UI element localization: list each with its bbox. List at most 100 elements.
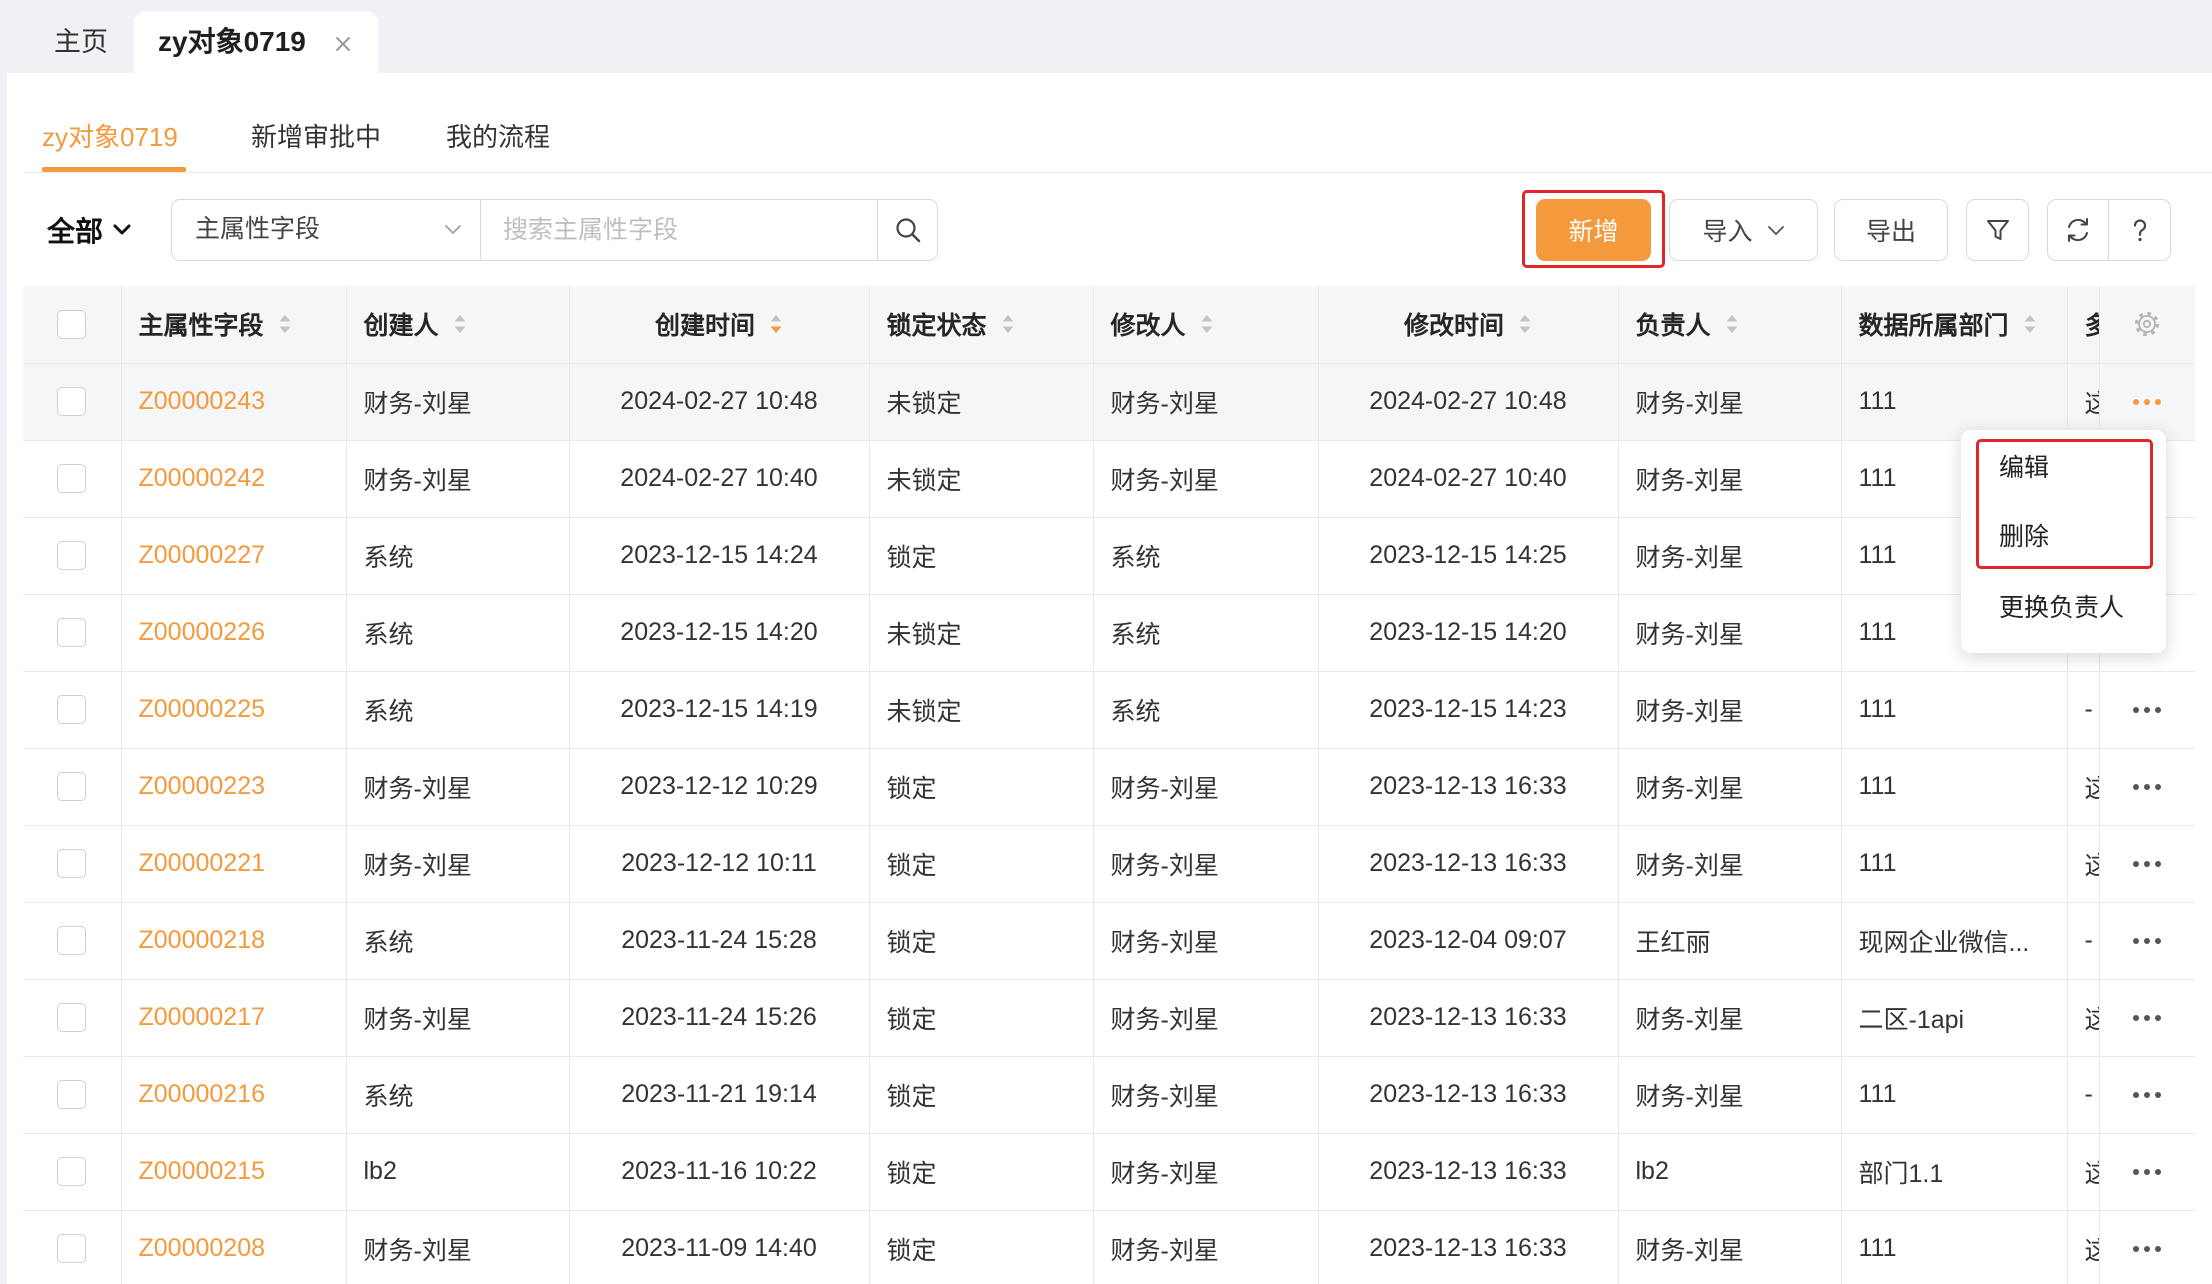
sort-icon[interactable] [278, 312, 292, 336]
import-button[interactable]: 导入 [1669, 199, 1818, 261]
subtab-pending-approval[interactable]: 新增审批中 [251, 119, 381, 155]
row-actions-cell [2099, 825, 2195, 903]
menu-item-edit[interactable]: 编辑 [1961, 433, 2166, 503]
table-row[interactable]: Z00000223 财务-刘星 2023-12-12 10:29 锁定 财务-刘星 202… [23, 748, 2195, 826]
table-row[interactable]: Z00000221 财务-刘星 2023-12-12 10:11 锁定 财务-刘星 202… [23, 825, 2195, 903]
cell-lock: 未锁定 [869, 671, 1094, 749]
row-checkbox[interactable] [57, 772, 87, 802]
column-header-lock-status[interactable]: 锁定状态 [869, 286, 1094, 364]
column-header-extra[interactable]: 多 [2067, 286, 2100, 364]
more-icon[interactable] [2132, 1168, 2162, 1176]
column-header-owner[interactable]: 负责人 [1618, 286, 1842, 364]
field-select[interactable]: 主属性字段 [172, 200, 481, 260]
table-row[interactable]: Z00000243 财务-刘星 2024-02-27 10:48 未锁定 财务-刘星 20… [23, 363, 2195, 441]
tab-home[interactable]: 主页 [40, 11, 122, 73]
add-button[interactable]: 新增 [1536, 199, 1651, 261]
table-row[interactable]: Z00000217 财务-刘星 2023-11-24 15:26 锁定 财务-刘星 202… [23, 979, 2195, 1057]
subtab-my-process[interactable]: 我的流程 [446, 119, 550, 155]
cell-text: 财务-刘星 [363, 1236, 472, 1265]
more-icon[interactable] [2132, 860, 2162, 868]
cell-modifier: 财务-刘星 [1093, 1133, 1319, 1211]
menu-item-delete[interactable]: 删除 [1961, 502, 2166, 572]
more-icon[interactable] [2132, 1245, 2162, 1253]
record-link[interactable]: Z00000242 [139, 464, 266, 492]
table-row[interactable]: Z00000218 系统 2023-11-24 15:28 锁定 财务-刘星 2023-1… [23, 902, 2195, 980]
row-checkbox[interactable] [57, 618, 87, 648]
row-checkbox[interactable] [57, 464, 87, 494]
cell-text: 财务-刘星 [1635, 1236, 1744, 1265]
sort-icon[interactable] [1725, 312, 1739, 336]
record-link[interactable]: Z00000225 [139, 695, 266, 723]
search-input[interactable] [481, 200, 878, 260]
column-header-modified-time[interactable]: 修改时间 [1318, 286, 1619, 364]
row-checkbox[interactable] [57, 849, 87, 879]
gear-icon[interactable] [2132, 309, 2162, 339]
help-button[interactable] [2109, 200, 2170, 260]
row-checkbox[interactable] [57, 1003, 87, 1033]
sort-icon[interactable] [2023, 312, 2037, 336]
row-select-cell [23, 902, 122, 980]
row-checkbox[interactable] [57, 926, 87, 956]
record-link[interactable]: Z00000215 [139, 1157, 266, 1185]
refresh-button[interactable] [2048, 200, 2109, 260]
more-icon[interactable] [2132, 706, 2162, 714]
more-icon[interactable] [2132, 1091, 2162, 1099]
export-button[interactable]: 导出 [1834, 199, 1948, 261]
more-icon[interactable] [2132, 1014, 2162, 1022]
column-header-main-field[interactable]: 主属性字段 [121, 286, 347, 364]
table-row[interactable]: Z00000208 财务-刘星 2023-11-09 14:40 锁定 财务-刘星 202… [23, 1210, 2195, 1284]
record-link[interactable]: Z00000208 [139, 1234, 266, 1262]
more-icon[interactable] [2132, 398, 2162, 406]
record-link[interactable]: Z00000221 [139, 849, 266, 877]
row-checkbox[interactable] [57, 1080, 87, 1110]
row-checkbox[interactable] [57, 1234, 87, 1264]
record-link[interactable]: Z00000243 [139, 387, 266, 415]
select-all-checkbox[interactable] [57, 310, 87, 340]
table-row[interactable]: Z00000225 系统 2023-12-15 14:19 未锁定 系统 2023-12-… [23, 671, 2195, 749]
tab-label: 主页 [54, 27, 108, 57]
table-row[interactable]: Z00000242 财务-刘星 2024-02-27 10:40 未锁定 财务-刘星 20… [23, 440, 2195, 518]
record-link[interactable]: Z00000217 [139, 1003, 266, 1031]
record-link[interactable]: Z00000223 [139, 772, 266, 800]
table-row[interactable]: Z00000227 系统 2023-12-15 14:24 锁定 系统 2023-12-1… [23, 517, 2195, 595]
table-row[interactable]: Z00000216 系统 2023-11-21 19:14 锁定 财务-刘星 2023-1… [23, 1056, 2195, 1134]
cell-text: 财务-刘星 [1110, 389, 1219, 418]
row-checkbox[interactable] [57, 541, 87, 571]
column-header-creator[interactable]: 创建人 [346, 286, 570, 364]
cell-creator: 系统 [346, 1056, 570, 1134]
record-link[interactable]: Z00000226 [139, 618, 266, 646]
close-icon[interactable] [334, 35, 352, 53]
table-row[interactable]: Z00000215 lb2 2023-11-16 10:22 锁定 财务-刘星 2023-… [23, 1133, 2195, 1211]
column-header-department[interactable]: 数据所属部门 [1841, 286, 2068, 364]
subtab-object[interactable]: zy对象0719 [42, 119, 178, 155]
more-icon[interactable] [2132, 937, 2162, 945]
sort-icon[interactable] [1518, 312, 1532, 336]
record-link[interactable]: Z00000218 [139, 926, 266, 954]
column-header-modifier[interactable]: 修改人 [1093, 286, 1319, 364]
row-checkbox[interactable] [57, 387, 87, 417]
cell-text: 111 [1858, 695, 1897, 723]
record-link[interactable]: Z00000227 [139, 541, 266, 569]
table-row[interactable]: Z00000226 系统 2023-12-15 14:20 未锁定 系统 2023-12-… [23, 594, 2195, 672]
cell-creator: 系统 [346, 671, 570, 749]
row-checkbox[interactable] [57, 695, 87, 725]
sort-icon[interactable] [453, 312, 467, 336]
cell-owner: 财务-刘星 [1618, 517, 1842, 595]
scope-dropdown[interactable]: 全部 [47, 199, 131, 261]
menu-item-change-owner[interactable]: 更换负责人 [1961, 573, 2166, 643]
cell-owner: 财务-刘星 [1618, 594, 1842, 672]
sort-icon[interactable] [1001, 312, 1015, 336]
tab-object-active[interactable]: zy对象0719 [134, 11, 378, 73]
sort-icon[interactable] [769, 312, 783, 336]
row-checkbox[interactable] [57, 1157, 87, 1187]
cell-text: 财务-刘星 [363, 389, 472, 418]
filter-button[interactable] [1966, 199, 2029, 261]
sort-icon[interactable] [1200, 312, 1214, 336]
more-icon[interactable] [2132, 783, 2162, 791]
search-button[interactable] [878, 200, 937, 260]
cell-owner: 王红丽 [1618, 902, 1842, 980]
column-header-created-time[interactable]: 创建时间 [569, 286, 870, 364]
record-link[interactable]: Z00000216 [139, 1080, 266, 1108]
cell-owner: 财务-刘星 [1618, 979, 1842, 1057]
cell-lock: 锁定 [869, 902, 1094, 980]
